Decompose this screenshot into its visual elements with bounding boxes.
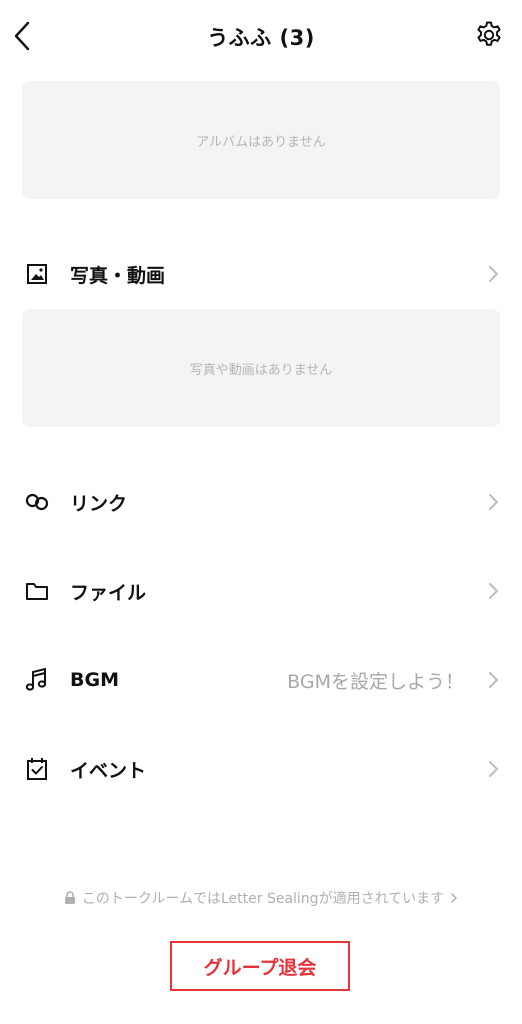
photos-placeholder: 写真や動画はありません xyxy=(22,309,500,427)
settings-button[interactable] xyxy=(472,18,506,52)
links-label: リンク xyxy=(70,492,128,515)
events-label: イベント xyxy=(70,759,147,782)
page-title: うふふ (3) xyxy=(207,26,315,50)
photos-videos-label: 写真・動画 xyxy=(70,264,166,287)
bgm-value: BGMを設定しよう！ xyxy=(287,670,464,693)
chevron-right-icon xyxy=(486,262,500,286)
chevron-right-icon xyxy=(486,668,500,692)
events-row[interactable]: イベント xyxy=(0,741,522,797)
photos-videos-row[interactable]: 写真・動画 xyxy=(0,246,522,302)
chevron-right-icon xyxy=(486,757,500,781)
photo-icon xyxy=(22,259,52,289)
letter-sealing-notice[interactable]: このトークルームではLetter Sealingが適用されています xyxy=(0,888,522,908)
header: うふふ (3) xyxy=(0,0,522,72)
album-empty-text: アルバムはありません xyxy=(196,134,326,150)
folder-icon xyxy=(22,576,52,606)
leave-group-button[interactable]: グループ退会 xyxy=(170,941,350,991)
lock-icon xyxy=(64,891,75,904)
album-placeholder: アルバムはありません xyxy=(22,81,500,199)
chevron-right-icon xyxy=(451,893,457,903)
files-row[interactable]: ファイル xyxy=(0,563,522,619)
letter-sealing-text: このトークルームではLetter Sealingが適用されています xyxy=(81,891,445,907)
files-label: ファイル xyxy=(70,581,147,604)
gear-icon xyxy=(477,21,501,46)
music-note-icon xyxy=(22,665,52,695)
bgm-row[interactable]: BGM BGMを設定しよう！ xyxy=(0,652,522,708)
chevron-right-icon xyxy=(486,579,500,603)
link-icon xyxy=(22,487,52,517)
bgm-label: BGM xyxy=(70,669,119,691)
chevron-right-icon xyxy=(486,490,500,514)
links-row[interactable]: リンク xyxy=(0,474,522,530)
photos-empty-text: 写真や動画はありません xyxy=(189,362,333,378)
calendar-check-icon xyxy=(22,754,52,784)
